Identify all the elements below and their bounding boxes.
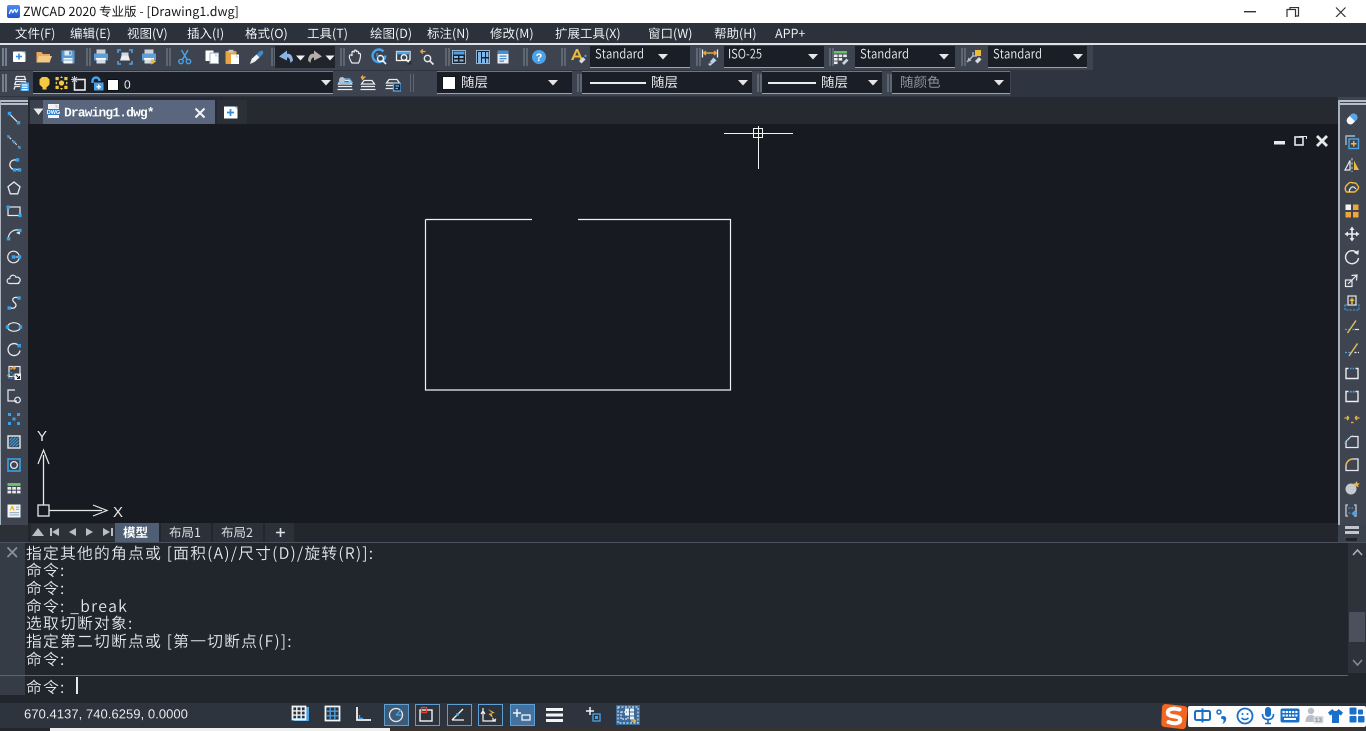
svg-text:13: 13 xyxy=(1315,717,1323,724)
svg-text:?: ? xyxy=(536,52,543,64)
svg-text:Y: Y xyxy=(37,428,47,445)
svg-text:DWG: DWG xyxy=(47,110,60,116)
svg-text:X: X xyxy=(113,504,123,520)
